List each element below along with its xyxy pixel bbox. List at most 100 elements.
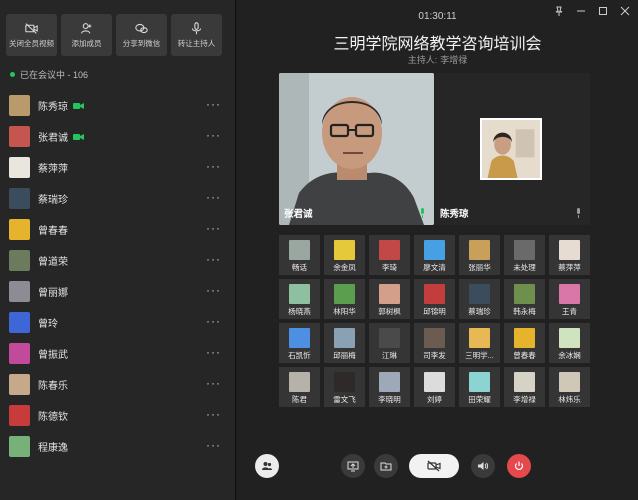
participant-tile[interactable]: 司李发 [414,323,455,363]
participant-tile[interactable]: 蔡萍萍 [549,235,590,275]
more-options-icon[interactable]: ··· [206,284,221,296]
avatar [379,328,400,348]
participant-tile[interactable]: 李琦 [369,235,410,275]
avatar [9,219,30,240]
participant-row[interactable]: 曾道荣 ··· [0,245,235,276]
participant-tile[interactable]: 田荣耀 [459,367,500,407]
participant-name: 程康逸 [38,443,68,454]
participant-row[interactable]: 曾玲 ··· [0,307,235,338]
more-options-icon[interactable]: ··· [206,253,221,265]
video-on-icon [73,102,84,109]
participant-row[interactable]: 蔡萍萍 ··· [0,152,235,183]
mute-all-video-button[interactable]: 关闭全员视频 [6,14,57,56]
participant-tile[interactable]: 林阳华 [324,279,365,319]
avatar [9,436,30,457]
host-name: 李增禄 [440,55,468,65]
participant-row[interactable]: 蔡瑞珍 ··· [0,183,235,214]
participant-tile[interactable]: 杨晓燕 [279,279,320,319]
mic-muted-icon [577,208,580,218]
participant-tile[interactable]: 韩永梅 [504,279,545,319]
tile-name: 三明学... [465,351,494,360]
camera-off-icon [25,22,38,34]
participant-row[interactable]: 陈春乐 ··· [0,369,235,400]
participant-tile[interactable]: 雷文飞 [324,367,365,407]
participant-row[interactable]: 曾振武 ··· [0,338,235,369]
main-speaker-video[interactable]: 张君诚 [279,73,434,225]
share-screen-button[interactable] [341,454,365,478]
participant-tile[interactable]: 刘婷 [414,367,455,407]
participant-tile[interactable]: 未处理 [504,235,545,275]
more-options-icon[interactable]: ··· [206,346,221,358]
maximize-icon[interactable] [598,6,608,16]
participant-row[interactable]: 张君诚 ··· [0,121,235,152]
participant-tile[interactable]: 石凯忻 [279,323,320,363]
avatar [9,188,30,209]
participant-name: 陈德钦 [38,412,68,423]
participant-tile[interactable]: 畅话 [279,235,320,275]
files-button[interactable] [374,454,398,478]
participant-tile[interactable]: 曾春春 [504,323,545,363]
more-options-icon[interactable]: ··· [206,222,221,234]
participant-row[interactable]: 程康逸 ··· [0,431,235,462]
tile-name: 陈君 [292,395,307,404]
more-options-icon[interactable]: ··· [206,408,221,420]
avatar [379,284,400,304]
share-wechat-button[interactable]: 分享到微信 [116,14,167,56]
participant-tile[interactable]: 王青 [549,279,590,319]
toolbar-label: 添加成员 [71,38,102,48]
participant-tile[interactable]: 余金凤 [324,235,365,275]
participant-row[interactable]: 曾春春 ··· [0,214,235,245]
main-speaker-name: 张君诚 [284,209,313,220]
participant-tile[interactable]: 邱丽梅 [324,323,365,363]
avatar [379,240,400,260]
participant-tile[interactable]: 蔡瑞珍 [459,279,500,319]
speaker-button[interactable] [471,454,495,478]
participant-tile[interactable]: 邱锦明 [414,279,455,319]
transfer-host-button[interactable]: 转让主持人 [171,14,222,56]
end-meeting-button[interactable] [507,454,531,478]
participants-button[interactable] [255,454,279,478]
minimize-icon[interactable] [576,6,586,16]
participant-tile[interactable]: 张丽华 [459,235,500,275]
pin-icon[interactable] [554,6,564,16]
second-speaker-image [482,120,540,178]
more-options-icon[interactable]: ··· [206,160,221,172]
participant-tile[interactable]: 廖文清 [414,235,455,275]
second-speaker-thumbnail [480,118,542,180]
participant-tile[interactable]: 陈君 [279,367,320,407]
more-options-icon[interactable]: ··· [206,315,221,327]
meeting-title: 三明学院网络教学咨询培训会 [333,34,542,53]
avatar [469,372,490,392]
meeting-area: 01:30:11 三明学院网络教学咨询培训会 主持人: 李增禄 张君诚 陈秀琼 … [237,0,638,500]
second-speaker-video[interactable]: 陈秀琼 [435,73,590,225]
participant-name: 曾振武 [38,350,68,361]
participant-tile[interactable]: 李晓明 [369,367,410,407]
more-options-icon[interactable]: ··· [206,98,221,110]
participant-row[interactable]: 陈秀琼 ··· [0,90,235,121]
more-options-icon[interactable]: ··· [206,191,221,203]
participant-name: 张君诚 [38,133,68,144]
avatar [334,284,355,304]
add-member-button[interactable]: 添加成员 [61,14,112,56]
folder-icon [380,462,392,471]
participant-tile[interactable]: 三明学... [459,323,500,363]
participant-name: 陈秀琼 [38,102,68,113]
participant-tile[interactable]: 江琳 [369,323,410,363]
participant-tile[interactable]: 李增禄 [504,367,545,407]
participant-tile[interactable]: 余冰娴 [549,323,590,363]
participant-row[interactable]: 曾丽娜 ··· [0,276,235,307]
participant-tile[interactable]: 郭树枫 [369,279,410,319]
more-options-icon[interactable]: ··· [206,129,221,141]
avatar [469,284,490,304]
participant-tile[interactable]: 林炜乐 [549,367,590,407]
participant-row[interactable]: 陈德钦 ··· [0,400,235,431]
close-icon[interactable] [620,6,630,16]
meeting-controls [237,454,638,480]
camera-toggle-button[interactable] [409,454,459,478]
more-options-icon[interactable]: ··· [206,439,221,451]
tile-name: 蔡瑞珍 [468,307,491,316]
avatar [424,372,445,392]
more-options-icon[interactable]: ··· [206,377,221,389]
avatar [9,95,30,116]
tile-name: 刘婷 [427,395,442,404]
